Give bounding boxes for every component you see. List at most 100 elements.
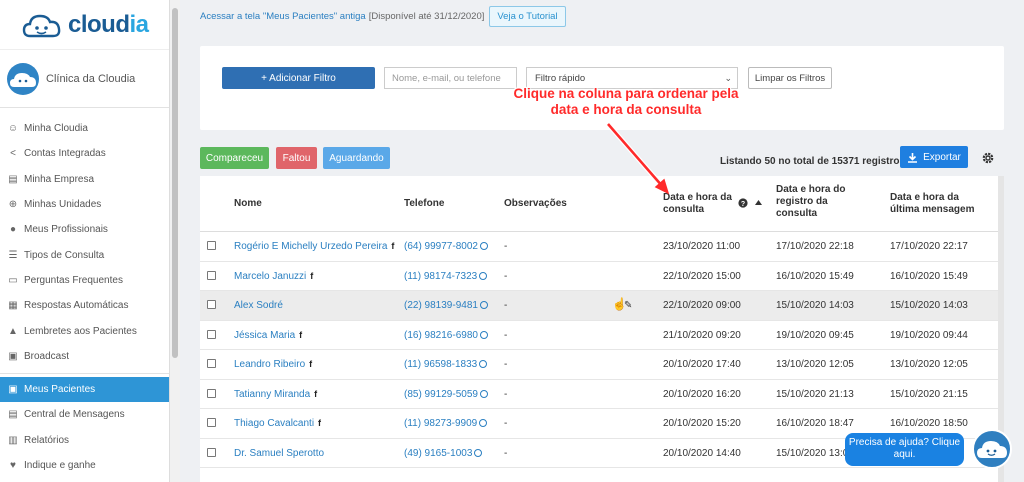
sidebar-item-meus-pacientes[interactable]: ▣ Meus Pacientes	[0, 376, 169, 403]
patient-phone-link[interactable]: (11) 98174-7323	[404, 271, 488, 282]
contacts-icon: ▣	[8, 384, 18, 396]
sidebar-item-minha-cloudia[interactable]: ☺ Minha Cloudia	[0, 116, 169, 141]
last-message-datetime: 15/10/2020 14:03	[890, 300, 968, 311]
consult-datetime: 20/10/2020 17:40	[663, 359, 741, 370]
bell-icon: ▲	[8, 325, 18, 337]
aguardando-button[interactable]: Aguardando	[323, 147, 390, 169]
clinic-profile[interactable]: Clínica da Cloudia	[0, 50, 169, 108]
patient-phone-link[interactable]: (11) 96598-1833	[404, 359, 488, 370]
edit-pencil-icon[interactable]: ✎	[624, 300, 632, 311]
help-chat-bubble[interactable]: Precisa de ajuda? Clique aqui.	[845, 433, 964, 466]
sidebar-item-central-de-mensagens[interactable]: ▤ Central de Mensagens	[0, 402, 169, 427]
patient-notes[interactable]: -	[504, 359, 507, 370]
patient-phone-link[interactable]: (11) 98273-9909	[404, 418, 488, 429]
patient-name-link[interactable]: Alex Sodré	[234, 300, 283, 311]
patient-notes[interactable]: -	[504, 300, 507, 311]
compareceu-button[interactable]: Compareceu	[200, 147, 269, 169]
patient-phone-link[interactable]: (85) 99129-5059	[404, 389, 488, 400]
column-header-consult-date[interactable]: Data e hora da consulta	[663, 192, 732, 216]
sidebar-item-indique-e-ganhe[interactable]: ♥ Indique e ganhe	[0, 453, 169, 478]
row-checkbox[interactable]	[207, 329, 216, 339]
column-header-last-message[interactable]: Data e hora da última mensagem	[890, 192, 974, 216]
export-button[interactable]: Exportar	[900, 146, 968, 168]
row-checkbox[interactable]	[207, 241, 216, 250]
heart-icon: ♥	[10, 460, 16, 471]
facebook-icon: f	[309, 359, 313, 369]
sidebar-item-meus-profissionais[interactable]: ● Meus Profissionais	[0, 217, 169, 242]
facebook-icon: f	[314, 388, 318, 399]
patient-name-link[interactable]: Marcelo Januzzi f	[234, 271, 313, 282]
sort-ascending-icon[interactable]	[755, 200, 762, 205]
share-icon: <	[10, 148, 16, 160]
sidebar-menu: ☺ Minha Cloudia < Contas Integradas ▤ Minha…	[0, 108, 169, 478]
add-filter-button[interactable]: + Adicionar Filtro	[222, 67, 375, 89]
patient-name-link[interactable]: Rogério E Michelly Urzedo Pereira f	[234, 241, 394, 252]
patient-notes[interactable]: -	[504, 241, 507, 252]
sidebar-item-contas-integradas[interactable]: < Contas Integradas	[0, 141, 169, 166]
logo[interactable]: cloudia	[0, 0, 169, 50]
whatsapp-icon	[479, 419, 488, 427]
patient-notes[interactable]: -	[504, 389, 507, 400]
last-message-datetime: 16/10/2020 18:50	[890, 418, 968, 429]
sidebar-item-lembretes[interactable]: ▲ Lembretes aos Pacientes	[0, 318, 169, 343]
last-message-datetime: 13/10/2020 12:05	[890, 359, 968, 370]
help-circle-icon[interactable]: ?	[738, 198, 748, 208]
table-row[interactable]: Rogério E Michelly Urzedo Pereira f (64) 9…	[200, 232, 1004, 262]
table-row[interactable]: Alex Sodré (22) 98139-9481- ☝ ✎ 22/10/2020 0…	[200, 291, 1004, 321]
patient-notes[interactable]: -	[504, 418, 507, 429]
consult-datetime: 20/10/2020 15:20	[663, 418, 741, 429]
last-message-datetime: 19/10/2020 09:44	[890, 329, 968, 341]
whatsapp-icon	[479, 301, 488, 309]
row-checkbox[interactable]	[207, 359, 216, 368]
sidebar-item-minhas-unidades[interactable]: ⊕ Minhas Unidades	[0, 192, 169, 217]
patient-name-link[interactable]: Jéssica Maria f	[234, 330, 302, 341]
patient-phone-link[interactable]: (64) 99977-8002	[404, 241, 488, 252]
cloud-logo-icon	[22, 14, 61, 37]
tutorial-button[interactable]: Veja o Tutorial	[489, 6, 566, 27]
gear-icon[interactable]	[981, 151, 995, 165]
table-row[interactable]: Jéssica Maria f (16) 98216-6980 - 21/10/2020…	[200, 321, 1004, 350]
sidebar-item-relatorios[interactable]: ▥ Relatórios	[0, 428, 169, 453]
faltou-button[interactable]: Faltou	[276, 147, 317, 169]
registered-datetime: 15/10/2020 21:13	[776, 388, 854, 400]
patient-name-link[interactable]: Thiago Cavalcanti f	[234, 418, 321, 429]
help-avatar[interactable]	[972, 429, 1012, 469]
row-checkbox[interactable]	[207, 447, 216, 457]
availability-text: [Disponível até 31/12/2020]	[368, 11, 485, 22]
facebook-icon: f	[318, 418, 322, 428]
sidebar-item-tipos-de-consulta[interactable]: ☰ Tipos de Consulta	[0, 242, 169, 267]
plus-circle-icon: ⊕	[8, 199, 18, 211]
sidebar-item-broadcast[interactable]: ▣ Broadcast	[0, 344, 169, 369]
patient-phone-link[interactable]: (22) 98139-9481	[404, 300, 488, 311]
patient-name-link[interactable]: Tatianny Miranda f	[234, 389, 317, 400]
table-row[interactable]: Marcelo Januzzi f (11) 98174-7323 - 22/10/20…	[200, 262, 1004, 291]
legacy-screen-link[interactable]: Acessar a tela "Meus Pacientes" antiga	[200, 11, 366, 22]
sidebar-item-perguntas-frequentes[interactable]: ▭ Perguntas Frequentes	[0, 268, 169, 293]
table-row[interactable]: Tatianny Miranda f (85) 99129-5059 - 20/10/2…	[200, 380, 1004, 409]
sidebar-item-minha-empresa[interactable]: ▤ Minha Empresa	[0, 167, 169, 192]
column-header-phone[interactable]: Telefone	[404, 198, 444, 210]
column-header-registered-date[interactable]: Data e hora do registro da consulta	[776, 184, 845, 220]
column-header-name[interactable]: Nome	[234, 198, 262, 210]
row-checkbox[interactable]	[207, 388, 216, 398]
table-row[interactable]: Leandro Ribeiro f (11) 96598-1833 - 20/10/20…	[200, 350, 1004, 380]
sidebar-item-respostas-automaticas[interactable]: ▦ Respostas Automáticas	[0, 293, 169, 318]
patient-phone-link[interactable]: (16) 98216-6980	[404, 330, 488, 341]
row-checkbox[interactable]	[207, 300, 216, 309]
row-checkbox[interactable]	[207, 270, 216, 280]
last-message-datetime: 15/10/2020 21:15	[890, 388, 968, 400]
registered-datetime: 13/10/2020 12:05	[776, 359, 854, 370]
column-header-notes[interactable]: Observações	[504, 198, 567, 210]
face-icon: ☺	[7, 123, 19, 135]
patient-name-link[interactable]: Dr. Samuel Sperotto	[234, 448, 324, 459]
row-checkbox[interactable]	[207, 418, 216, 427]
sidebar-scroll-thumb[interactable]	[172, 8, 178, 358]
patient-notes[interactable]: -	[504, 271, 507, 282]
svg-text:?: ?	[741, 201, 745, 208]
whatsapp-icon	[479, 330, 488, 339]
whatsapp-icon	[474, 448, 483, 457]
patient-notes[interactable]: -	[504, 448, 507, 459]
patient-name-link[interactable]: Leandro Ribeiro f	[234, 359, 312, 370]
patient-phone-link[interactable]: (49) 9165-1003	[404, 448, 483, 459]
patient-notes[interactable]: -	[504, 330, 507, 341]
